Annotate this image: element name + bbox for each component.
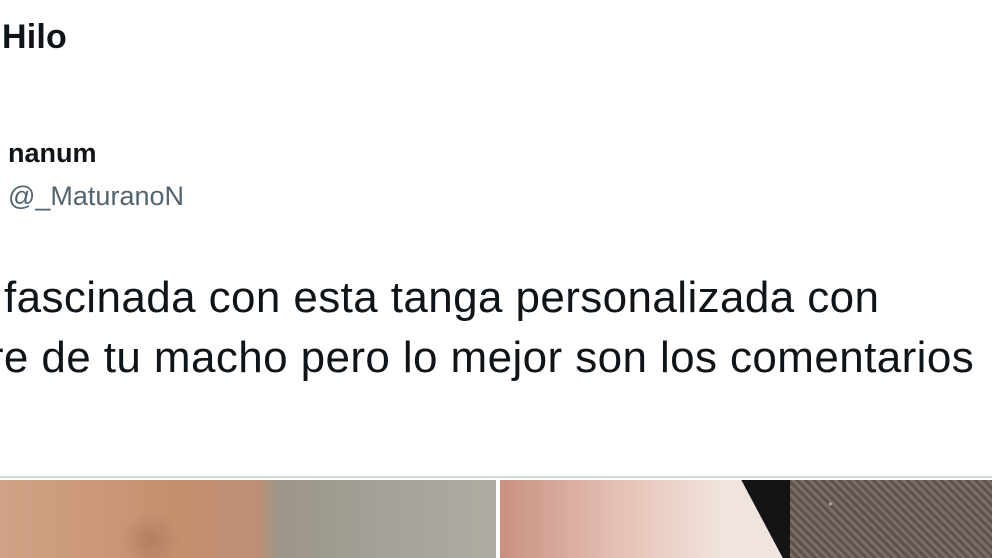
photo-shading [120,510,180,558]
tweet-text-line: bre de tu macho pero lo mejor son los co… [0,333,975,382]
tweet-text-line: fascinada con esta tanga personalizada c… [4,273,880,322]
page-title: Hilo [2,18,68,56]
author-handle[interactable]: @_MaturanoN [8,179,184,213]
tweet-photo[interactable] [500,480,992,558]
author-display-name[interactable]: nanum [8,136,184,170]
tweet-photo[interactable] [0,480,496,558]
tweet-thread-view: Hilo nanum @_MaturanoN fascinada con est… [0,0,992,558]
tweet-text: fascinada con esta tanga personalizada c… [0,268,992,388]
tweet-media-grid [0,476,992,558]
tweet-author[interactable]: nanum @_MaturanoN [8,136,184,213]
photo-detail [790,480,992,558]
